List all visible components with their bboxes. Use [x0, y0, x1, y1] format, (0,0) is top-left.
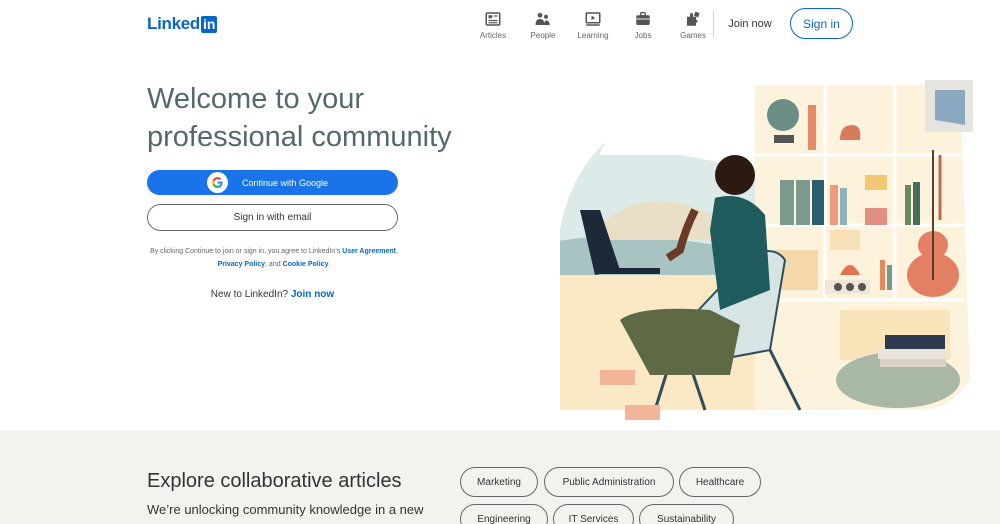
games-icon	[687, 11, 700, 26]
nav-label: People	[530, 31, 556, 40]
explore-subtitle: We’re unlocking community knowledge in a…	[147, 502, 424, 517]
linkedin-logo[interactable]: Linked in	[147, 14, 218, 34]
nav-label: Games	[680, 31, 706, 40]
sign-in-button[interactable]: Sign in	[790, 8, 853, 39]
people-icon	[535, 12, 550, 25]
new-to-text: New to LinkedIn?	[210, 289, 291, 300]
google-button-label: Continue with Google	[241, 177, 329, 188]
user-agreement-link[interactable]: User Agreement	[342, 248, 396, 255]
nav-item-games[interactable]: Games	[668, 10, 718, 40]
topic-pill-engineering[interactable]: Engineering	[460, 504, 548, 524]
continue-with-google-button[interactable]: Continue with Google	[147, 170, 398, 195]
google-g-icon	[212, 177, 223, 188]
learning-icon	[585, 12, 601, 26]
topic-pill-sustainability[interactable]: Sustainability	[639, 504, 734, 524]
nav-item-learning[interactable]: Learning	[568, 10, 618, 40]
topic-pill-it-services[interactable]: IT Services	[553, 504, 634, 524]
top-nav: Linked in Articles People Learning Jobs G…	[0, 0, 1000, 50]
join-now-button[interactable]: Join now	[720, 9, 780, 39]
privacy-policy-link[interactable]: Privacy Policy	[218, 261, 265, 268]
topic-pill-public-administration[interactable]: Public Administration	[544, 467, 674, 497]
legal-notice: By clicking Continue to join or sign in,…	[150, 245, 398, 271]
nav-item-people[interactable]: People	[518, 10, 568, 40]
logo-in-box: in	[201, 15, 218, 33]
nav-label: Learning	[577, 31, 609, 40]
nav-item-articles[interactable]: Articles	[468, 10, 518, 40]
nav-divider	[713, 11, 714, 37]
jobs-icon	[636, 11, 650, 25]
legal-sep: , and	[265, 261, 283, 268]
logo-wordmark: Linked	[147, 14, 200, 33]
new-to-linkedin: New to LinkedIn? Join now	[147, 289, 398, 300]
sign-in-with-email-button[interactable]: Sign in with email	[147, 204, 398, 231]
articles-icon	[485, 12, 501, 26]
join-now-link[interactable]: Join now	[291, 289, 334, 300]
explore-articles-section: Explore collaborative articles We’re unl…	[0, 430, 1000, 524]
explore-title: Explore collaborative articles	[147, 470, 402, 492]
nav-label: Articles	[479, 31, 507, 40]
google-logo-icon	[207, 172, 228, 193]
hero-headline: Welcome to your professional community	[147, 83, 452, 153]
legal-text: By clicking Continue to join or sign in,…	[150, 248, 343, 255]
nav-item-jobs[interactable]: Jobs	[618, 10, 668, 40]
nav-label: Jobs	[634, 31, 652, 40]
nav-menu: Articles People Learning Jobs Games	[468, 10, 718, 40]
topic-pill-marketing[interactable]: Marketing	[460, 467, 538, 497]
legal-sep: ,	[395, 248, 398, 255]
legal-sep: .	[328, 261, 331, 268]
cookie-policy-link[interactable]: Cookie Policy	[283, 261, 329, 268]
hero-illustration	[560, 80, 973, 420]
topic-pill-healthcare[interactable]: Healthcare	[679, 467, 761, 497]
